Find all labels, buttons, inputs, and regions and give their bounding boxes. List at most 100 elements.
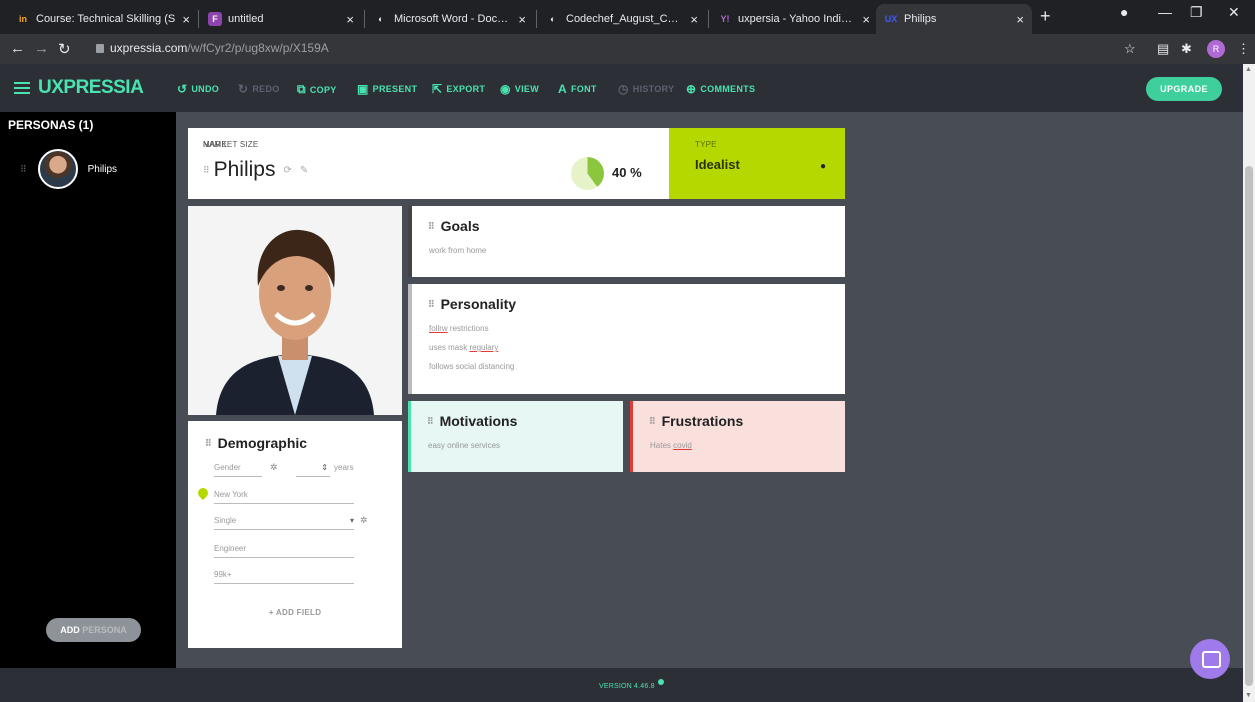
market-size-pie[interactable] [571,157,604,190]
status-select[interactable]: Single ▾ [214,516,354,530]
lightbulb-icon[interactable]: ● [820,161,826,172]
lock-icon [96,44,104,53]
browser-tab[interactable]: in Course: Technical Skilling (S × [8,4,198,34]
persona-photo[interactable] [188,206,402,415]
tab-close-icon[interactable]: × [346,12,354,27]
history-button[interactable]: ◷ HISTORY [618,82,674,96]
tab-search-icon[interactable]: ● [1120,4,1128,20]
profile-avatar[interactable]: R [1207,40,1225,58]
drag-handle-icon[interactable]: ⠿ [427,416,434,427]
undo-icon: ↺ [177,82,188,96]
refresh-icon[interactable]: ⟳ [283,165,291,176]
personas-title: PERSONAS (1) [8,118,94,132]
browser-menu-icon[interactable]: ⋮ [1237,41,1250,57]
comments-label: COMMENTS [700,84,756,94]
demographic-title: Demographic [217,435,308,451]
page-scrollbar[interactable]: ▲ ▼ [1243,64,1255,702]
present-button[interactable]: ▣ PRESENT [357,82,417,96]
browser-tab-strip: in Course: Technical Skilling (S × F unt… [0,0,1255,34]
tab-favicon-icon: F [208,12,222,26]
browser-tab[interactable]: Y! uxpersia - Yahoo India Sear × [710,4,878,34]
persona-type-card[interactable]: TYPE Idealist ● [669,128,845,199]
app-header: UXPRESSIA ↺ UNDO ↻ REDO ⧉ COPY ▣ PRESENT ⇱ EX… [0,64,1243,112]
scroll-down-icon[interactable]: ▼ [1245,692,1252,699]
tab-close-icon[interactable]: × [690,12,698,27]
personality-item[interactable]: uses mask regulary [429,343,498,352]
scrollbar-thumb[interactable] [1245,166,1253,686]
minimize-icon[interactable]: — [1158,4,1172,20]
location-field[interactable]: New York [214,490,354,504]
demographic-header: ⠿ Demographic [205,435,307,451]
chevron-down-icon: ▾ [349,516,354,525]
edit-icon[interactable]: ✎ [300,165,308,176]
tab-favicon-icon: Y! [720,14,730,24]
sidebar-persona-item[interactable]: ⠿ Philips [0,146,176,192]
font-icon: A [558,82,567,96]
export-icon: ⇱ [432,82,443,96]
extensions-icon[interactable]: ✱ [1181,41,1192,57]
motivations-section[interactable]: ⠿ Motivations easy online services [408,401,623,472]
age-stepper[interactable]: ⇕ [296,463,330,477]
reading-list-icon[interactable]: ▤ [1157,41,1169,57]
comments-button[interactable]: ⊕ COMMENTS [686,82,755,96]
redo-label: REDO [252,84,280,94]
drag-handle-icon[interactable]: ⠿ [428,221,435,232]
browser-tab-active[interactable]: UX Philips × [876,4,1032,34]
back-icon[interactable]: ← [10,40,25,57]
browser-tab[interactable]: ◐ Codechef_August_Challang × [538,4,706,34]
frustrations-text: Hates [650,441,671,450]
status-settings-icon[interactable]: ✲ [360,515,368,526]
maximize-icon[interactable]: ❐ [1190,4,1203,21]
income-field[interactable]: 99k+ [214,570,354,584]
redo-button[interactable]: ↻ REDO [238,82,280,96]
frustrations-item[interactable]: Hates covid [650,441,692,450]
font-label: FONT [570,84,597,94]
reload-icon[interactable]: ↻ [58,40,71,58]
add-persona-button[interactable]: ADD PERSONA [46,618,141,642]
browser-tab[interactable]: ◐ Microsoft Word - Documen × [366,4,534,34]
export-button[interactable]: ⇱ EXPORT [432,82,485,96]
personality-section[interactable]: ⠿ Personality follrw restrictions uses m… [408,284,845,394]
persona-name[interactable]: ⠿ Philips ⟳ ✎ [203,158,308,182]
chat-launcher-button[interactable] [1190,639,1230,679]
frustrations-section[interactable]: ⠿ Frustrations Hates covid [630,401,845,472]
occupation-field[interactable]: Engineer [214,544,354,558]
tab-title: Philips [904,13,937,25]
copy-icon: ⧉ [297,82,306,96]
tab-close-icon[interactable]: × [182,12,190,27]
scroll-up-icon[interactable]: ▲ [1245,66,1252,73]
personality-item[interactable]: follrw restrictions [429,324,489,333]
tab-close-icon[interactable]: × [862,12,870,27]
browser-tab[interactable]: F untitled × [200,4,362,34]
gender-settings-icon[interactable]: ✲ [270,462,278,473]
add-field-button[interactable]: + ADD FIELD [188,608,402,617]
tab-close-icon[interactable]: × [1016,12,1024,27]
forward-icon[interactable]: → [34,40,49,57]
app-logo[interactable]: UXPRESSIA [14,77,144,99]
font-button[interactable]: A FONT [558,82,597,96]
bookmark-star-icon[interactable]: ☆ [1124,41,1136,57]
new-tab-icon[interactable]: + [1040,6,1051,27]
personality-title: Personality [440,296,517,312]
window-close-icon[interactable]: ✕ [1228,4,1240,21]
gender-field[interactable]: Gender [214,463,262,477]
drag-handle-icon[interactable]: ⠿ [203,165,210,176]
goals-item[interactable]: work from home [429,246,486,255]
view-button[interactable]: ◉ VIEW [500,82,539,96]
hamburger-menu-icon[interactable] [14,82,30,94]
drag-handle-icon[interactable]: ⠿ [205,438,212,449]
undo-button[interactable]: ↺ UNDO [177,82,219,96]
drag-handle-icon[interactable]: ⠿ [428,299,435,310]
personality-item[interactable]: follows social distancing [429,362,514,371]
tab-close-icon[interactable]: × [518,12,526,27]
url-field[interactable]: uxpressia.com/w/fCyr2/p/ug8xw/p/X159A [96,41,329,55]
copy-button[interactable]: ⧉ COPY [297,82,337,97]
add-persona-label: ADD [60,625,80,635]
drag-handle-icon[interactable]: ⠿ [649,416,656,427]
avatar [37,149,78,189]
drag-handle-icon[interactable]: ⠿ [20,164,27,175]
motivations-item[interactable]: easy online services [428,441,500,450]
upgrade-button[interactable]: UPGRADE [1146,77,1222,101]
goals-section[interactable]: ⠿ Goals work from home [408,206,845,277]
tab-favicon-icon: UX [884,14,898,24]
